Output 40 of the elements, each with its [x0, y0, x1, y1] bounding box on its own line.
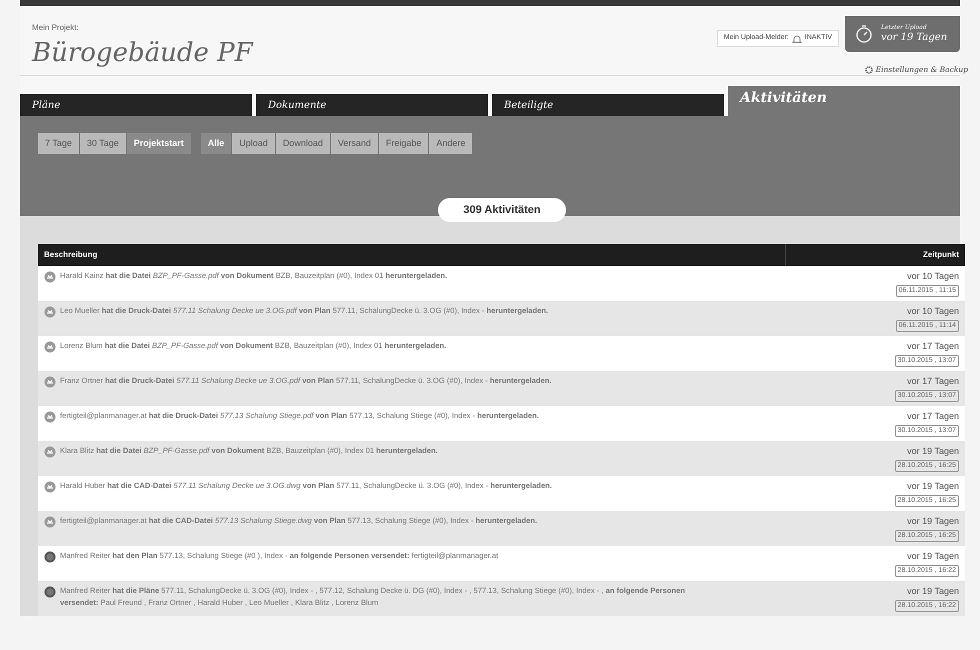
time-ago: vor 19 Tagen — [907, 515, 959, 528]
project-label: Mein Projekt: — [32, 22, 80, 34]
download-icon — [44, 446, 56, 458]
tab[interactable]: Aktivitäten — [728, 86, 960, 116]
time-ago: vor 10 Tagen — [907, 305, 959, 318]
gear-icon — [864, 66, 873, 74]
time-ago: vor 17 Tagen — [907, 340, 959, 354]
time-ago: vor 19 Tagen — [907, 585, 959, 598]
tab[interactable]: Dokumente — [256, 94, 488, 116]
time-ago: vor 10 Tagen — [907, 270, 959, 284]
dot-icon — [44, 586, 56, 598]
time-ago: vor 17 Tagen — [907, 410, 959, 424]
stopwatch-icon — [855, 24, 873, 44]
filter-button[interactable]: Andere — [429, 133, 472, 154]
download-icon — [44, 516, 56, 528]
filter-button[interactable]: Download — [276, 133, 330, 154]
download-icon — [44, 306, 56, 318]
download-icon — [44, 271, 56, 284]
tab[interactable]: Beteiligte — [492, 94, 724, 116]
filter-button[interactable]: Alle — [200, 133, 232, 154]
time-ago: vor 19 Tagen — [907, 445, 959, 458]
download-icon — [44, 481, 56, 494]
filter-button[interactable]: 7 Tage — [38, 133, 79, 154]
time-ago: vor 19 Tagen — [907, 480, 959, 494]
dot-icon — [44, 551, 56, 564]
download-icon — [44, 411, 56, 424]
activity-count-badge: 309 Aktivitäten — [438, 198, 566, 222]
project-title: Bürogebäude PF — [32, 40, 254, 66]
filter-button[interactable]: Versand — [330, 133, 378, 154]
filter-button[interactable]: Projektstart — [126, 133, 191, 154]
bell-icon — [792, 34, 802, 44]
download-icon — [44, 341, 56, 354]
filter-button[interactable]: Upload — [232, 133, 275, 154]
tab[interactable]: Pläne — [20, 94, 252, 116]
time-ago: vor 19 Tagen — [907, 550, 959, 564]
download-icon — [44, 376, 56, 388]
filter-button[interactable]: 30 Tage — [80, 133, 126, 154]
column-header: Beschreibung — [43, 249, 98, 262]
time-ago: vor 17 Tagen — [907, 375, 959, 388]
filter-button[interactable]: Freigabe — [378, 133, 428, 154]
